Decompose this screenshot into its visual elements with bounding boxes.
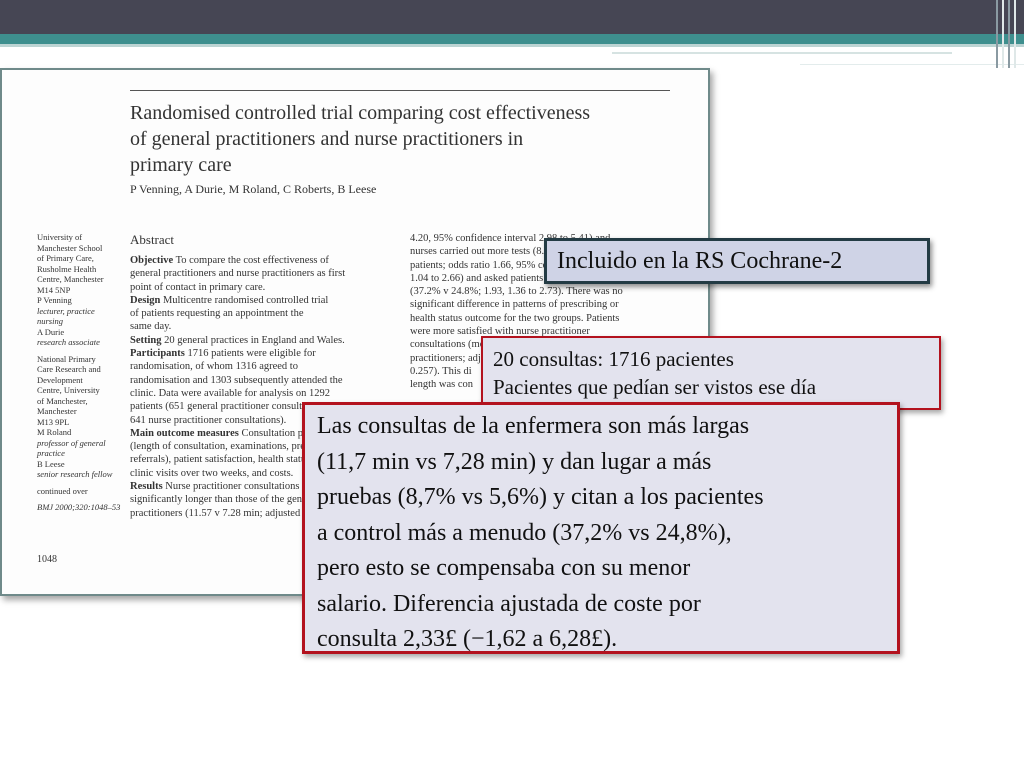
- abstract-label: Design: [130, 294, 161, 306]
- abstract-line: Setting 20 general practices in England …: [130, 334, 382, 347]
- abstract-line: randomisation, of whom 1316 agreed to: [130, 361, 298, 373]
- aff-line: Care Research and: [37, 364, 101, 374]
- callout-line: 20 consultas: 1716 pacientes: [493, 347, 734, 371]
- abstract-line: (37.2% v 24.8%; 1.93, 1.36 to 2.73). The…: [410, 286, 623, 298]
- abstract-line: Objective To compare the cost effectiven…: [130, 254, 382, 267]
- abstract-label: Objective: [130, 255, 174, 266]
- abstract-label: Participants: [130, 348, 185, 360]
- abstract-label: Main outcome measures: [130, 427, 239, 439]
- aff-line: Development: [37, 374, 83, 385]
- aff-line: M14 5NP: [37, 284, 71, 295]
- aff-line: M13 9PL: [37, 416, 70, 427]
- slide-deco-vline: [1008, 0, 1010, 68]
- aff-line: P Venning: [37, 295, 72, 305]
- aff-line: B Leese: [37, 458, 65, 469]
- aff-line: Manchester School: [37, 242, 103, 253]
- abstract-line: same day.: [130, 321, 172, 333]
- abstract-label: Results: [130, 481, 163, 493]
- aff-line: Centre, University: [37, 385, 100, 395]
- abstract-label: Setting: [130, 334, 162, 346]
- slide-top-bar: [0, 0, 1024, 34]
- abstract-line: general practitioners and nurse practiti…: [130, 268, 346, 280]
- title-rule: [130, 90, 670, 91]
- aff-line: lecturer, practice: [37, 305, 95, 316]
- cochrane-callout: Incluido en la RS Cochrane-2: [544, 238, 930, 284]
- aff-line: research associate: [37, 337, 100, 347]
- aff-line: nursing: [37, 316, 63, 326]
- aff-line: professor of general: [37, 437, 106, 448]
- abstract-text: 20 general practices in England and Wale…: [161, 334, 345, 346]
- aff-line: National Primary: [37, 353, 96, 364]
- callout-line: pero esto se compensaba con su menor: [317, 555, 691, 581]
- abstract-text: 1716 patients were eligible for: [184, 348, 316, 360]
- aff-line: Centre, Manchester: [37, 274, 104, 284]
- slide-deco-vline: [1014, 0, 1016, 68]
- article-authors: P Venning, A Durie, M Roland, C Roberts,…: [130, 182, 377, 196]
- aff-line: senior research fellow: [37, 469, 113, 479]
- callout-line: Las consultas de la enfermera son más la…: [317, 413, 750, 439]
- aff-line: Rusholme Health: [37, 263, 97, 274]
- article-title: Randomised controlled trial comparing co…: [130, 100, 690, 178]
- slide-deco-vline: [996, 0, 998, 68]
- aff-line: of Manchester,: [37, 395, 88, 406]
- abstract-line: significant difference in patterns of pr…: [410, 299, 619, 311]
- aff-line: A Durie: [37, 326, 65, 337]
- abstract-line: point of contact in primary care.: [130, 281, 266, 293]
- abstract-line: randomisation and 1303 subsequently atte…: [130, 374, 343, 386]
- abstract-line: health status outcome for the two groups…: [410, 312, 620, 324]
- abstract-line: of patients requesting an appointment th…: [130, 308, 304, 320]
- aff-line: Manchester: [37, 406, 77, 416]
- callout-line: (11,7 min vs 7,28 min) y dan lugar a más: [317, 448, 712, 475]
- abstract-line: clinic. Data were available for analysis…: [130, 387, 331, 399]
- slide-deco-line: [612, 52, 952, 54]
- sample-callout: 20 consultas: 1716 pacientes Pacientes q…: [481, 336, 941, 410]
- aff-line: M Roland: [37, 427, 72, 437]
- aff-line: of Primary Care,: [37, 253, 94, 263]
- callout-line: consulta 2,33£ (−1,62 a 6,28£).: [317, 626, 618, 652]
- abstract-text: Multicentre randomised controlled trial: [160, 294, 329, 306]
- abstract-text: To compare the cost effectiveness of: [173, 255, 329, 266]
- callout-line: salario. Diferencia ajustada de coste po…: [317, 590, 701, 617]
- results-callout: Las consultas de la enfermera son más la…: [302, 402, 900, 654]
- aff-line: practice: [37, 448, 65, 458]
- author-affiliations: University of Manchester School of Prima…: [37, 232, 125, 513]
- slide-deco-line: [800, 64, 1024, 65]
- abstract-line: Participants 1716 patients were eligible…: [130, 347, 382, 360]
- slide-teal-band: [0, 34, 1024, 44]
- abstract-text: Nurse practitioner consultations were: [162, 481, 323, 493]
- callout-line: a control más a menudo (37,2% vs 24,8%),: [317, 519, 732, 546]
- abstract-line: Design Multicentre randomised controlled…: [130, 294, 382, 307]
- abstract-heading: Abstract: [130, 232, 175, 247]
- title-line: primary care: [130, 154, 232, 176]
- callout-line: Pacientes que pedían ser vistos ese día: [493, 375, 817, 399]
- slide-deco-vline: [1002, 0, 1004, 68]
- title-line: Randomised controlled trial comparing co…: [130, 102, 591, 124]
- slide-teal-stripe: [0, 44, 1024, 47]
- title-line: of general practitioners and nurse pract…: [130, 128, 524, 150]
- aff-line: University of: [37, 232, 83, 242]
- aff-line: continued over: [37, 485, 88, 496]
- page-number: 1048: [37, 554, 57, 565]
- callout-line: pruebas (8,7% vs 5,6%) y citan a los pac…: [317, 484, 764, 510]
- aff-citation: BMJ 2000;320:1048–53: [37, 502, 121, 512]
